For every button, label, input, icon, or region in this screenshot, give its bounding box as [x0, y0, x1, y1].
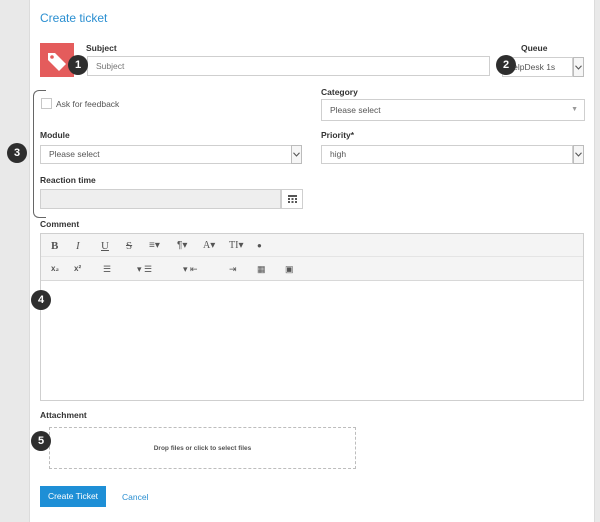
ordered-list-button[interactable]: ☰ [103, 262, 111, 276]
ask-feedback-checkbox[interactable] [41, 98, 52, 109]
superscript-button[interactable]: x² [74, 262, 81, 276]
file-dropzone[interactable]: Drop files or click to select files [49, 427, 356, 469]
cancel-link[interactable]: Cancel [122, 492, 148, 502]
italic-button[interactable]: I [76, 239, 80, 253]
module-dropdown-button[interactable] [291, 145, 302, 164]
annotation-badge-2: 2 [496, 55, 516, 75]
priority-select[interactable]: high [321, 145, 573, 164]
priority-dropdown-button[interactable] [573, 145, 584, 164]
calendar-icon [287, 195, 297, 203]
font-color-dropdown-button[interactable]: A▾ [203, 239, 215, 253]
create-ticket-button[interactable]: Create Ticket [40, 486, 106, 507]
reaction-time-input[interactable] [40, 189, 281, 209]
underline-button[interactable]: U [101, 239, 109, 253]
editor-toolbar: B I U S ≡▾ ¶▾ A▾ TI▾ ● x₂ x² ☰ ▾ ☰ ▾ ⇤ ⇥… [41, 234, 583, 281]
toolbar-divider [41, 256, 583, 257]
annotation-badge-3: 3 [7, 143, 27, 163]
subscript-button[interactable]: x₂ [51, 262, 59, 276]
attachment-label: Attachment [40, 410, 87, 420]
priority-value: high [330, 149, 347, 159]
subject-label: Subject [86, 43, 117, 53]
comment-label: Comment [40, 219, 80, 229]
module-select[interactable]: Please select [40, 145, 292, 164]
table-icon[interactable]: ▦ [257, 262, 266, 276]
calendar-button[interactable] [281, 189, 303, 209]
strikethrough-button[interactable]: S [126, 239, 132, 253]
ask-feedback-label: Ask for feedback [56, 99, 120, 109]
category-select[interactable]: Please select ▼ [321, 99, 585, 121]
text-size-dropdown-button[interactable]: TI▾ [229, 239, 243, 253]
annotation-badge-1: 1 [68, 55, 88, 75]
category-label: Category [321, 87, 358, 97]
priority-label: Priority* [321, 130, 355, 140]
annotation-badge-4: 4 [31, 290, 51, 310]
reaction-time-label: Reaction time [40, 175, 96, 185]
chevron-down-icon [575, 152, 582, 157]
bold-button[interactable]: B [51, 239, 58, 253]
annotation-badge-5: 5 [31, 431, 51, 451]
paragraph-dropdown-button[interactable]: ¶▾ [177, 239, 187, 253]
queue-label: Queue [521, 43, 548, 53]
indent-button[interactable]: ⇥ [229, 262, 237, 276]
subject-input[interactable] [87, 56, 490, 76]
align-dropdown-button[interactable]: ≡▾ [149, 239, 160, 253]
chevron-down-icon [293, 152, 300, 157]
outdent-button[interactable]: ▾ ⇤ [183, 262, 198, 276]
ink-drop-icon[interactable]: ● [257, 239, 262, 253]
module-label: Module [40, 130, 70, 140]
image-icon[interactable]: ▣ [285, 262, 294, 276]
queue-dropdown-button[interactable] [573, 57, 584, 77]
category-value: Please select [330, 105, 381, 115]
unordered-list-button[interactable]: ▾ ☰ [137, 262, 152, 276]
chevron-down-icon: ▼ [571, 106, 578, 113]
page-title: Create ticket [40, 11, 108, 25]
module-value: Please select [49, 149, 100, 159]
chevron-down-icon [575, 64, 582, 70]
